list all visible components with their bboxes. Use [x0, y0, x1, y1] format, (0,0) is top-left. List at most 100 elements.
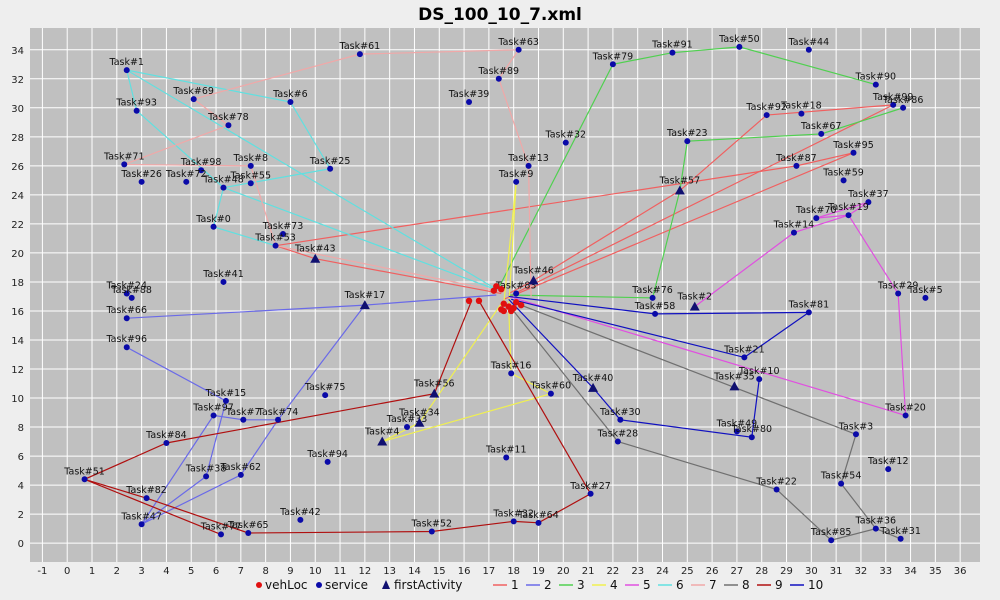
x-tick-label: 1	[89, 566, 95, 577]
point-label: Task#14	[773, 220, 815, 231]
y-tick-label: 12	[11, 365, 24, 376]
point-label: Task#32	[544, 130, 586, 141]
point-label: Task#80	[731, 424, 773, 435]
x-tick-label: 6	[213, 566, 219, 577]
point-label: Task#66	[105, 305, 147, 316]
x-tick-label: 35	[929, 566, 942, 577]
point-label: Task#41	[202, 269, 244, 280]
vehicle-location-point	[512, 299, 520, 306]
legend-dot	[256, 582, 262, 588]
point-label: Task#59	[822, 167, 864, 178]
point-label: Task#79	[592, 51, 634, 62]
x-tick-label: 27	[731, 566, 744, 577]
x-tick-label: 30	[805, 566, 818, 577]
y-tick-label: 28	[11, 133, 24, 144]
point-label: Task#74	[257, 407, 299, 418]
y-tick-label: 30	[11, 104, 24, 115]
legend-label: 9	[775, 578, 783, 592]
legend-label: 3	[577, 578, 585, 592]
x-tick-label: 23	[631, 566, 644, 577]
x-tick-label: 7	[238, 566, 244, 577]
x-tick-label: 3	[138, 566, 144, 577]
point-label: Task#73	[262, 221, 304, 232]
chart-title: DS_100_10_7.xml	[418, 5, 582, 25]
legend-label: service	[325, 578, 368, 592]
legend-label: 6	[676, 578, 684, 592]
x-tick-label: 33	[879, 566, 892, 577]
point-label: Task#71	[103, 151, 145, 162]
x-tick-label: 34	[904, 566, 917, 577]
point-label: Task#16	[490, 360, 532, 371]
x-tick-label: 4	[163, 566, 169, 577]
point-label: Task#95	[832, 140, 874, 151]
point-label: Task#27	[569, 481, 611, 492]
legend-label: vehLoc	[265, 578, 308, 592]
point-label: Task#39	[448, 89, 490, 100]
y-tick-label: 26	[11, 162, 24, 173]
legend-label: 2	[544, 578, 552, 592]
point-label: Task#7	[225, 407, 261, 418]
point-label: Task#6	[272, 89, 308, 100]
x-tick-label: 5	[188, 566, 194, 577]
point-label: Task#91	[651, 40, 693, 51]
first-activity-label: Task#35	[713, 371, 755, 382]
point-label: Task#0	[195, 214, 231, 225]
point-label: Task#44	[788, 37, 830, 48]
legend-label: 10	[808, 578, 823, 592]
vehicle-location-point	[475, 297, 483, 305]
first-activity-label: Task#43	[294, 244, 336, 255]
point-label: Task#65	[227, 520, 269, 531]
point-label: Task#88	[110, 285, 152, 296]
point-label: Task#50	[718, 34, 760, 45]
first-activity-label: Task#17	[344, 290, 386, 301]
y-tick-label: 18	[11, 278, 24, 289]
legend-label: 4	[610, 578, 618, 592]
legend-label: 5	[643, 578, 651, 592]
first-activity-label: Task#2	[676, 292, 712, 303]
vehicle-location-point	[498, 306, 505, 313]
point-label: Task#55	[229, 170, 271, 181]
y-tick-label: 6	[18, 452, 24, 463]
point-label: Task#94	[306, 449, 348, 460]
y-tick-label: 22	[11, 220, 24, 231]
point-label: Task#12	[867, 456, 909, 467]
y-tick-label: 32	[11, 75, 24, 86]
x-tick-label: 21	[582, 566, 595, 577]
first-activity-label: Task#56	[413, 379, 455, 390]
point-label: Task#54	[820, 471, 862, 482]
legend-label: 1	[511, 578, 519, 592]
point-label: Task#30	[599, 407, 641, 418]
point-label: Task#21	[723, 344, 765, 355]
first-activity-label: Task#40	[572, 373, 614, 384]
point-label: Task#86	[882, 95, 924, 106]
x-tick-label: 31	[830, 566, 843, 577]
x-tick-label: 16	[458, 566, 471, 577]
point-label: Task#20	[884, 402, 926, 413]
point-label: Task#23	[666, 128, 708, 139]
point-label: Task#96	[105, 334, 147, 345]
vehicle-location-point	[498, 285, 505, 293]
y-tick-label: 2	[18, 510, 24, 521]
point-label: Task#78	[207, 112, 249, 123]
point-label: Task#72	[165, 169, 207, 180]
point-label: Task#51	[63, 466, 105, 477]
point-label: Task#11	[485, 445, 527, 456]
point-label: Task#89	[478, 66, 520, 77]
point-label: Task#15	[205, 388, 247, 399]
x-tick-label: 19	[532, 566, 545, 577]
point-label: Task#26	[120, 169, 162, 180]
point-label: Task#3	[838, 421, 874, 432]
vehicle-location-point	[465, 297, 473, 305]
x-tick-label: 11	[334, 566, 347, 577]
y-tick-label: 0	[18, 539, 24, 550]
x-tick-label: 29	[780, 566, 793, 577]
x-tick-label: 9	[287, 566, 293, 577]
point-label: Task#18	[780, 101, 822, 112]
point-label: Task#62	[220, 462, 262, 473]
x-tick-label: 25	[681, 566, 694, 577]
point-label: Task#90	[855, 72, 897, 83]
point-label: Task#75	[304, 382, 346, 393]
point-label: Task#84	[145, 430, 187, 441]
x-tick-label: 18	[507, 566, 520, 577]
x-tick-label: 22	[607, 566, 620, 577]
